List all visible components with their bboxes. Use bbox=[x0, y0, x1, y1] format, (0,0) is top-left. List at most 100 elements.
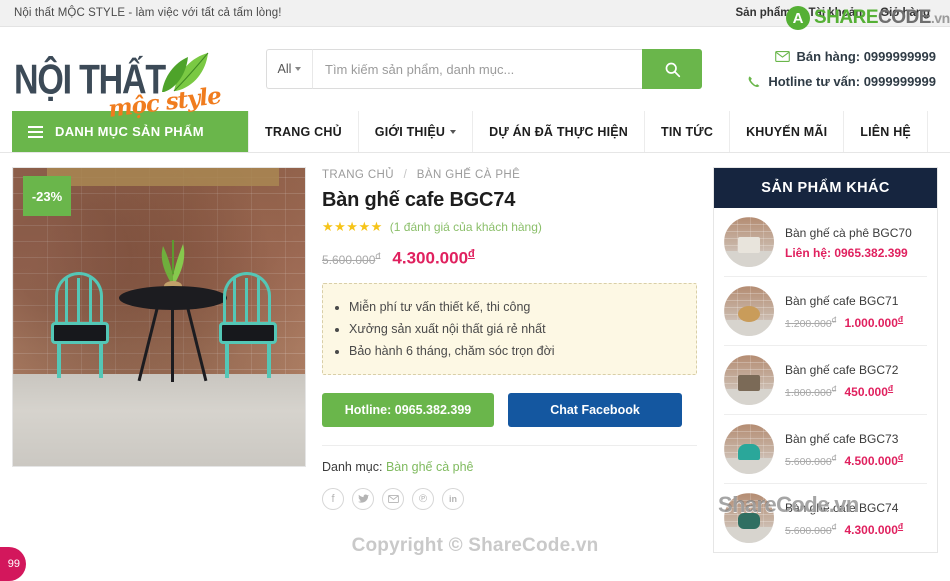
topbar-link-account[interactable]: Tài khoản bbox=[808, 7, 862, 19]
product-price: Liên hệ: 0965.382.399 bbox=[785, 246, 927, 260]
nav-item-label: DỰ ÁN ĐÃ THỰC HIỆN bbox=[489, 124, 629, 139]
product-name[interactable]: Bàn ghế cafe BGC73 bbox=[785, 431, 927, 447]
topbar-link-cart[interactable]: Giỏ hàng bbox=[880, 7, 930, 19]
search-scope-label: All bbox=[277, 62, 292, 76]
copyright-text: Copyright © ShareCode.vn bbox=[351, 535, 599, 556]
page-root: Nội thất MỘC STYLE - làm việc với tất cả… bbox=[0, 0, 950, 581]
site-slogan: Nội thất MỘC STYLE - làm việc với tất cả… bbox=[14, 7, 282, 19]
linkedin-icon[interactable]: in bbox=[442, 487, 464, 510]
nav-item-label: TRANG CHỦ bbox=[265, 124, 342, 139]
nav-item-projects[interactable]: DỰ ÁN ĐÃ THỰC HIỆN bbox=[473, 111, 646, 152]
email-icon[interactable] bbox=[382, 487, 404, 510]
contact-sales[interactable]: Bán hàng: 0999999999 bbox=[747, 46, 936, 68]
sidebar-title: SẢN PHẨM KHÁC bbox=[713, 168, 937, 208]
header-contacts: Bán hàng: 0999999999 Hotline tư vấn: 099… bbox=[747, 46, 950, 93]
content-area: -23% TRANG CHỦ / BÀN GHẾ CÀ PHÊ Bàn ghế … bbox=[0, 153, 950, 553]
other-products-sidebar: SẢN PHẨM KHÁC Bàn ghế cà phê BGC70 Liên … bbox=[712, 167, 938, 553]
product-gallery: -23% bbox=[12, 167, 306, 553]
product-thumbnail bbox=[723, 286, 774, 336]
twitter-icon[interactable] bbox=[352, 487, 374, 510]
breadcrumb-separator: / bbox=[403, 169, 408, 181]
nav-item-label: GIỚI THIỆU bbox=[374, 124, 446, 139]
product-main-image[interactable]: -23% bbox=[12, 167, 306, 467]
phone-icon bbox=[748, 75, 760, 87]
chat-facebook-button[interactable]: Chat Facebook bbox=[508, 392, 682, 427]
chevron-down-icon bbox=[295, 67, 302, 71]
product-price: 5.600.000đ 4.300.000đ bbox=[322, 248, 697, 269]
star-rating-icon: ★★★★★ bbox=[322, 219, 383, 234]
nav-item-label: TIN TỨC bbox=[661, 124, 714, 139]
table-leg bbox=[171, 304, 174, 382]
product-info: TRANG CHỦ / BÀN GHẾ CÀ PHÊ Bàn ghế cafe … bbox=[322, 167, 697, 553]
sidebar-product-list: Bàn ghế cà phê BGC70 Liên hệ: 0965.382.3… bbox=[714, 208, 937, 552]
contact-hotline-label: Hotline tư vấn: 0999999999 bbox=[768, 73, 936, 89]
old-price: 5.600.000đ bbox=[784, 453, 837, 468]
current-price: 1.000.000đ bbox=[844, 313, 904, 330]
feature-item: Miễn phí tư vấn thiết kế, thi công bbox=[349, 296, 682, 318]
breadcrumb-home[interactable]: TRANG CHỦ bbox=[322, 169, 394, 181]
cta-buttons: Hotline: 0965.382.399 Chat Facebook bbox=[322, 392, 697, 427]
search-box: All bbox=[266, 49, 702, 89]
contact-price: Liên hệ: 0965.382.399 bbox=[784, 245, 908, 260]
plant-decoration bbox=[161, 240, 185, 290]
breadcrumb-current[interactable]: BÀN GHẾ CÀ PHÊ bbox=[417, 169, 520, 181]
nav-items: TRANG CHỦ GIỚI THIỆU DỰ ÁN ĐÃ THỰC HIỆN … bbox=[248, 111, 928, 152]
nav-item-about[interactable]: GIỚI THIỆU bbox=[359, 111, 474, 152]
topbar-link-products[interactable]: Sản phẩm bbox=[736, 7, 791, 19]
sidebar-product-item[interactable]: Bàn ghế cafe BGC71 1.200.000đ 1.000.000đ bbox=[723, 277, 927, 346]
nav-item-promotions[interactable]: KHUYẾN MÃI bbox=[730, 111, 845, 152]
nav-item-label: LIÊN HỆ bbox=[860, 124, 911, 139]
product-name[interactable]: Bàn ghế cafe BGC74 bbox=[785, 500, 927, 516]
search-icon bbox=[665, 62, 680, 77]
product-thumbnail bbox=[723, 424, 774, 474]
nav-item-contact[interactable]: LIÊN HỆ bbox=[844, 111, 928, 152]
rating-count-label[interactable]: (1 đánh giá của khách hàng) bbox=[390, 220, 542, 234]
nav-item-label: KHUYẾN MÃI bbox=[746, 124, 828, 139]
category-link[interactable]: Bàn ghế cà phê bbox=[386, 460, 474, 474]
chair-left bbox=[49, 272, 111, 378]
current-price: 4.300.000đ bbox=[392, 248, 475, 268]
old-price: 5.600.000đ bbox=[322, 250, 381, 267]
product-category-line: Danh mục: Bàn ghế cà phê bbox=[322, 444, 697, 474]
category-menu-label: DANH MỤC SẢN PHẨM bbox=[55, 124, 204, 139]
contact-sales-label: Bán hàng: 0999999999 bbox=[796, 48, 936, 64]
product-thumbnail bbox=[723, 217, 774, 267]
product-name[interactable]: Bàn ghế cà phê BGC70 bbox=[785, 225, 927, 241]
product-price: 1.200.000đ 1.000.000đ bbox=[785, 314, 927, 330]
nav-item-home[interactable]: TRANG CHỦ bbox=[248, 111, 359, 152]
top-bar-links: Sản phẩm Tài khoản Giỏ hàng bbox=[736, 7, 939, 19]
category-label: Danh mục: bbox=[322, 459, 383, 474]
contact-hotline[interactable]: Hotline tư vấn: 0999999999 bbox=[747, 71, 936, 93]
hamburger-icon bbox=[28, 125, 43, 138]
product-name[interactable]: Bàn ghế cafe BGC71 bbox=[785, 293, 927, 309]
feature-item: Xưởng sản xuất nội thất giá rẻ nhất bbox=[349, 318, 682, 340]
search-scope-select[interactable]: All bbox=[266, 49, 312, 89]
sidebar-product-item[interactable]: Bàn ghế cafe BGC72 1.800.000đ 450.000đ bbox=[723, 346, 927, 415]
feature-item: Bảo hành 6 tháng, chăm sóc trọn đời bbox=[349, 340, 682, 362]
current-price: 450.000đ bbox=[844, 382, 894, 399]
product-features: Miễn phí tư vấn thiết kế, thi công Xưởng… bbox=[322, 282, 697, 375]
search-button[interactable] bbox=[642, 49, 702, 89]
image-shelf bbox=[47, 168, 279, 186]
sidebar-product-item[interactable]: Bàn ghế cafe BGC73 5.600.000đ 4.500.000đ bbox=[723, 415, 927, 484]
facebook-icon[interactable]: f bbox=[322, 487, 344, 510]
site-header: NỘI THẤT mộc style All Tìm kiếm sản phẩm… bbox=[0, 27, 950, 123]
sidebar-product-item[interactable]: Bàn ghế cà phê BGC70 Liên hệ: 0965.382.3… bbox=[723, 208, 927, 277]
old-price: 1.200.000đ bbox=[784, 315, 837, 330]
site-logo[interactable]: NỘI THẤT mộc style bbox=[0, 27, 250, 123]
chevron-down-icon bbox=[450, 129, 457, 134]
search-input[interactable] bbox=[312, 49, 642, 89]
image-floor bbox=[13, 374, 305, 466]
chair-right bbox=[217, 272, 279, 378]
nav-item-news[interactable]: TIN TỨC bbox=[645, 111, 731, 152]
breadcrumb: TRANG CHỦ / BÀN GHẾ CÀ PHÊ bbox=[322, 169, 697, 181]
product-thumbnail bbox=[723, 355, 774, 405]
current-price: 4.500.000đ bbox=[844, 451, 904, 468]
hotline-button[interactable]: Hotline: 0965.382.399 bbox=[322, 392, 494, 427]
top-bar: Nội thất MỘC STYLE - làm việc với tất cả… bbox=[0, 0, 950, 27]
product-name[interactable]: Bàn ghế cafe BGC72 bbox=[785, 362, 927, 378]
mail-icon bbox=[774, 51, 790, 62]
share-buttons: f ℗ in bbox=[322, 487, 697, 510]
pinterest-icon[interactable]: ℗ bbox=[412, 487, 434, 510]
sale-badge: -23% bbox=[23, 176, 71, 216]
